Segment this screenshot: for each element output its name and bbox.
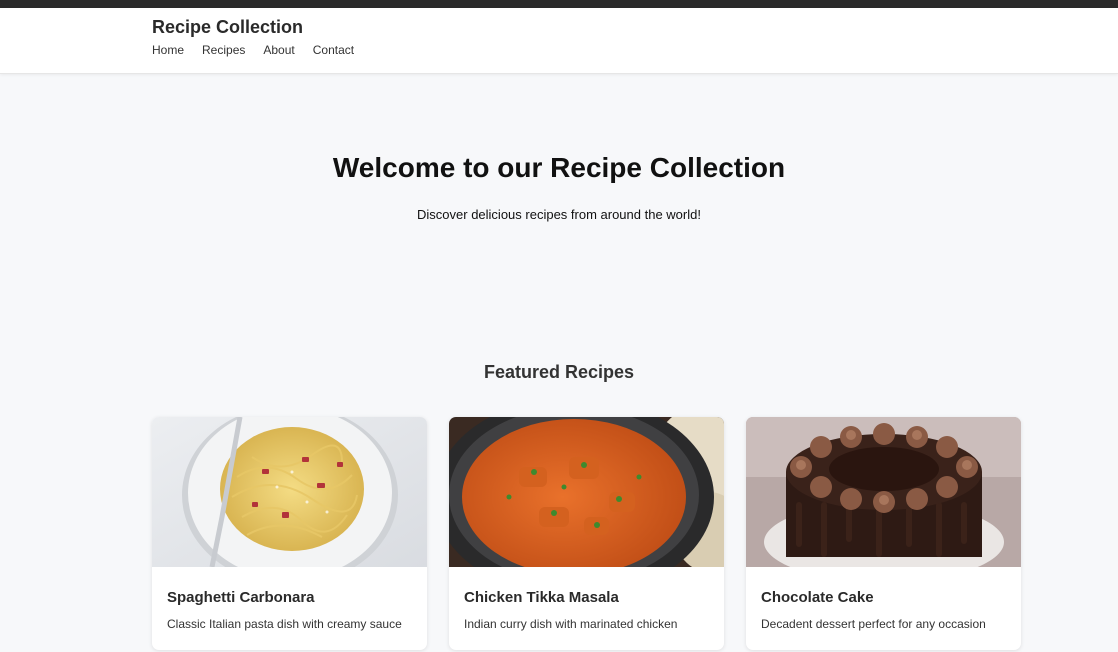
hero-title: Welcome to our Recipe Collection <box>332 152 786 183</box>
recipe-title[interactable]: Spaghetti Carbonara <box>167 589 412 606</box>
recipe-title[interactable]: Chocolate Cake <box>761 589 1006 606</box>
nav-about-link[interactable]: About <box>263 43 294 57</box>
recipe-description: Indian curry dish with marinated chicken <box>464 617 678 631</box>
recipe-card-body: Chicken Tikka Masala Indian curry dish w… <box>449 567 724 631</box>
recipe-card[interactable]: Chicken Tikka Masala Indian curry dish w… <box>449 417 724 650</box>
header-inner: Recipe Collection Home Recipes About Con… <box>152 8 1022 57</box>
spaghetti-carbonara-image <box>152 417 427 567</box>
main-nav: Home Recipes About Contact <box>152 43 1022 57</box>
recipe-title[interactable]: Chicken Tikka Masala <box>464 589 709 606</box>
featured-recipes-heading: Featured Recipes <box>483 362 635 382</box>
chocolate-cake-image <box>746 417 1021 567</box>
chicken-tikka-masala-image <box>449 417 724 567</box>
recipe-card[interactable]: Chocolate Cake Decadent dessert perfect … <box>746 417 1021 650</box>
top-bar <box>0 0 1118 8</box>
site-brand[interactable]: Recipe Collection <box>152 17 1022 37</box>
recipe-description: Decadent dessert perfect for any occasio… <box>761 617 986 631</box>
hero-subtitle: Discover delicious recipes from around t… <box>417 207 701 222</box>
nav-home-link[interactable]: Home <box>152 43 184 57</box>
nav-recipes-link[interactable]: Recipes <box>202 43 245 57</box>
site-header: Recipe Collection Home Recipes About Con… <box>0 8 1118 74</box>
recipe-card-body: Spaghetti Carbonara Classic Italian past… <box>152 567 427 631</box>
recipe-card-body: Chocolate Cake Decadent dessert perfect … <box>746 567 1021 631</box>
recipe-card-list: Spaghetti Carbonara Classic Italian past… <box>152 417 1021 650</box>
nav-contact-link[interactable]: Contact <box>313 43 354 57</box>
recipe-card[interactable]: Spaghetti Carbonara Classic Italian past… <box>152 417 427 650</box>
recipe-description: Classic Italian pasta dish with creamy s… <box>167 617 402 631</box>
